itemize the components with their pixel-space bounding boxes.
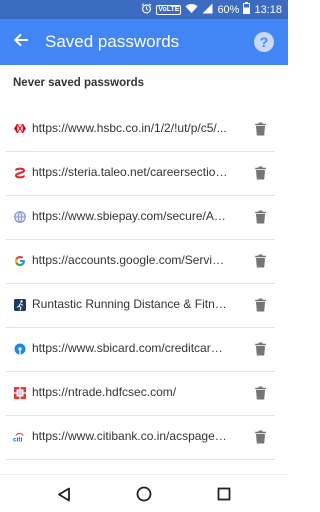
list-item-label: https://www.sbiepay.com/secure/Ag...: [32, 209, 228, 223]
list-item[interactable]: https://steria.taleo.net/careersection..…: [0, 152, 288, 196]
trash-icon: [254, 386, 266, 400]
divider: [6, 459, 275, 460]
trash-icon: [254, 254, 266, 268]
back-triangle-icon: [58, 487, 70, 501]
delete-button[interactable]: [252, 384, 268, 402]
help-button[interactable]: ?: [254, 32, 274, 52]
battery-percentage: 60%: [217, 3, 240, 16]
home-circle-icon: [136, 486, 152, 502]
list-item[interactable]: https://www.sbicard.com/creditcards...: [0, 328, 288, 372]
help-icon: ?: [259, 34, 269, 50]
trash-icon: [254, 122, 266, 136]
nav-back-button[interactable]: [54, 484, 74, 504]
back-arrow-icon: [13, 32, 29, 53]
list-item-label: https://steria.taleo.net/careersection..…: [32, 165, 228, 179]
system-nav-bar: [0, 474, 288, 512]
trash-icon: [254, 166, 266, 180]
back-button[interactable]: [6, 27, 36, 57]
list-item-label: https://ntrade.hdfcsec.com/: [32, 385, 177, 399]
status-bar: VoLTE 60% 13:18: [0, 0, 288, 19]
trash-icon: [254, 342, 266, 356]
hsbc-favicon: [13, 122, 26, 135]
list-item[interactable]: https://www.hsbc.co.in/1/2/!ut/p/c5/...: [0, 108, 288, 152]
nav-recents-button[interactable]: [214, 484, 234, 504]
list-item[interactable]: https://accounts.google.com/Service...: [0, 240, 288, 284]
volte-badge: VoLTE: [156, 4, 182, 15]
delete-button[interactable]: [252, 428, 268, 446]
recents-square-icon: [217, 487, 231, 501]
delete-button[interactable]: [252, 164, 268, 182]
google-favicon: [13, 254, 26, 267]
runtastic-favicon: [13, 298, 26, 311]
trash-icon: [254, 430, 266, 444]
signal-icon: [202, 3, 213, 17]
nav-home-button[interactable]: [134, 484, 154, 504]
wifi-icon: [185, 3, 198, 17]
list-item[interactable]: https://ntrade.hdfcsec.com/: [0, 372, 288, 416]
section-title: Never saved passwords: [13, 77, 145, 89]
delete-button[interactable]: [252, 120, 268, 138]
list-item[interactable]: Runtastic Running Distance & Fitness...: [0, 284, 288, 328]
list-item-label: https://accounts.google.com/Service...: [32, 253, 228, 267]
list-item-label: https://www.citibank.co.in/acspage/c...: [32, 429, 228, 443]
list-item-label: https://www.sbicard.com/creditcards...: [32, 341, 228, 355]
svg-text:citi: citi: [13, 436, 23, 442]
status-icons: VoLTE 60% 13:18: [141, 2, 282, 17]
list-item-label: Runtastic Running Distance & Fitness...: [32, 297, 228, 311]
app-bar: Saved passwords ?: [0, 19, 288, 65]
list-item[interactable]: citi https://www.citibank.co.in/acspage/…: [0, 416, 288, 460]
hdfcsec-favicon: [13, 386, 26, 399]
trash-icon: [254, 298, 266, 312]
delete-button[interactable]: [252, 296, 268, 314]
delete-button[interactable]: [252, 208, 268, 226]
steria-favicon: [13, 166, 26, 179]
clock: 13:18: [254, 3, 282, 16]
sbiepay-favicon: [13, 210, 26, 223]
alarm-icon: [141, 2, 152, 17]
sbicard-favicon: [13, 342, 26, 355]
page-title: Saved passwords: [45, 32, 180, 51]
battery-icon: [243, 2, 251, 17]
list-item-label: https://www.hsbc.co.in/1/2/!ut/p/c5/...: [32, 121, 227, 135]
list-item[interactable]: https://www.sbiepay.com/secure/Ag...: [0, 196, 288, 240]
trash-icon: [254, 210, 266, 224]
delete-button[interactable]: [252, 252, 268, 270]
citibank-favicon: citi: [13, 430, 26, 443]
delete-button[interactable]: [252, 340, 268, 358]
